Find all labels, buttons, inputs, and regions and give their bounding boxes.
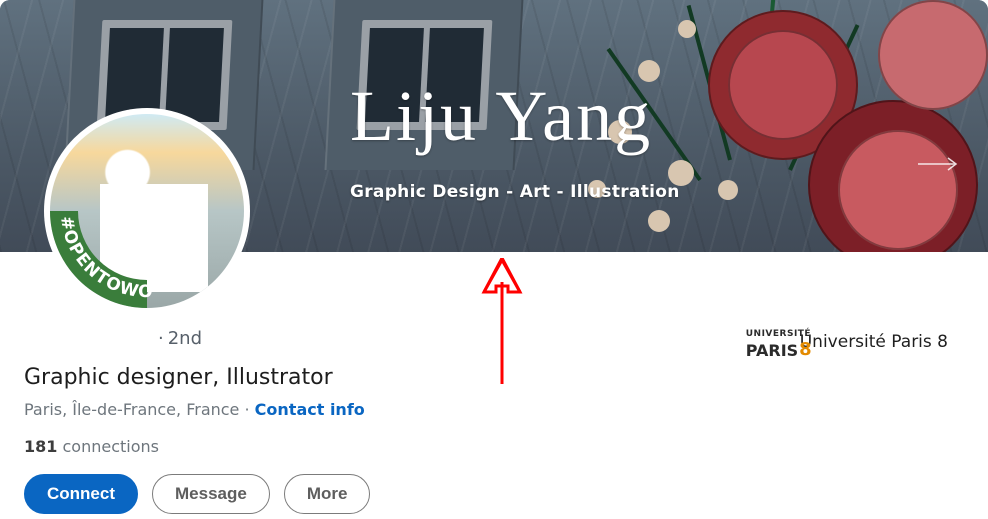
avatar-image xyxy=(50,114,244,308)
action-bar: Connect Message More xyxy=(24,474,964,514)
location-text: Paris, Île-de-France, France xyxy=(24,400,239,419)
profile-photo[interactable]: #OPENTOWORK xyxy=(44,108,250,314)
contact-info-link[interactable]: Contact info xyxy=(255,400,365,419)
connections-label: connections xyxy=(57,437,159,456)
connection-degree: 2nd xyxy=(168,328,202,349)
message-button[interactable]: Message xyxy=(152,474,270,514)
profile-card: Liju Yang Graphic Design - Art - Illustr… xyxy=(0,0,988,514)
education-entry[interactable]: UNIVERSITÉ PARIS8 Université Paris 8 xyxy=(746,330,948,354)
connections-count: 181 xyxy=(24,437,57,456)
banner-flowers-art xyxy=(578,0,988,252)
connections[interactable]: 181 connections xyxy=(24,437,964,456)
location-separator: · xyxy=(239,400,254,419)
education-name: Université Paris 8 xyxy=(800,332,948,352)
annotation-arrow-icon xyxy=(472,258,532,392)
education-logo: UNIVERSITÉ PARIS8 xyxy=(746,330,788,354)
banner-window xyxy=(324,0,525,170)
connect-button[interactable]: Connect xyxy=(24,474,138,514)
more-button[interactable]: More xyxy=(284,474,371,514)
arrow-right-icon[interactable] xyxy=(918,156,960,176)
degree-separator: · xyxy=(154,328,168,349)
location-row: Paris, Île-de-France, France · Contact i… xyxy=(24,400,964,419)
